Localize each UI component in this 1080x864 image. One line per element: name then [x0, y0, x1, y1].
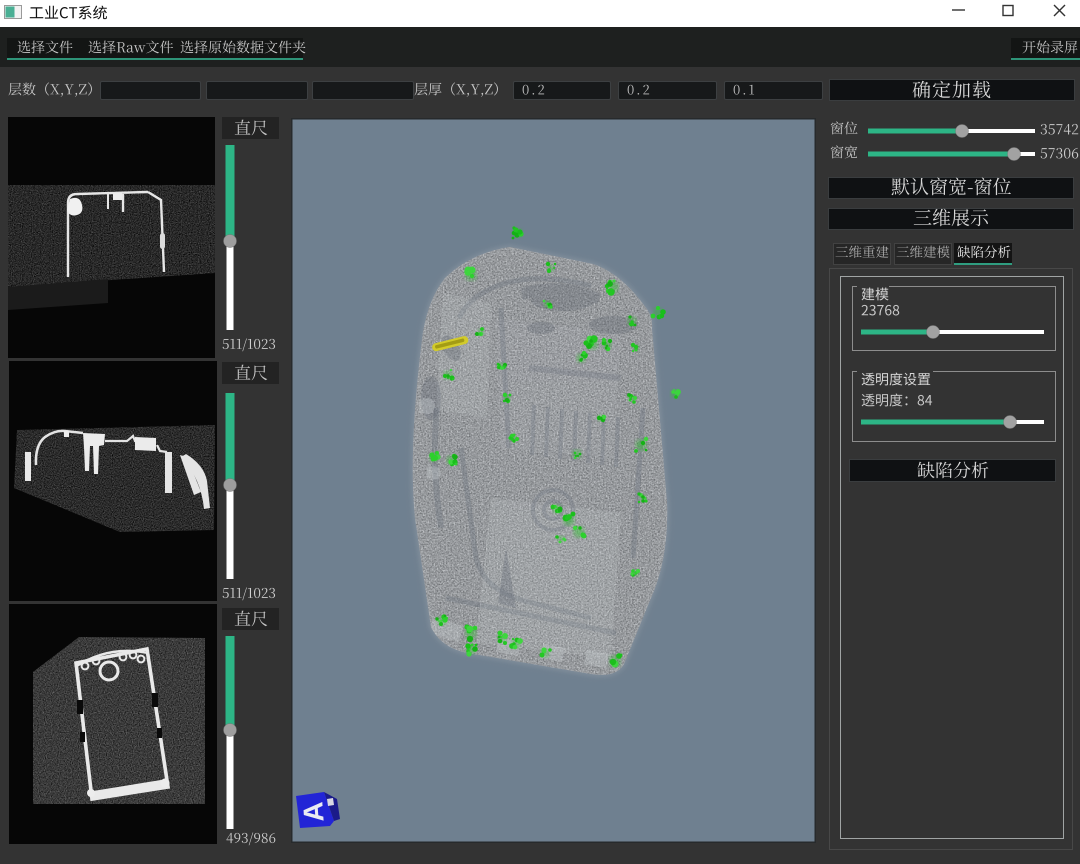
svg-text:A: A: [297, 801, 329, 823]
